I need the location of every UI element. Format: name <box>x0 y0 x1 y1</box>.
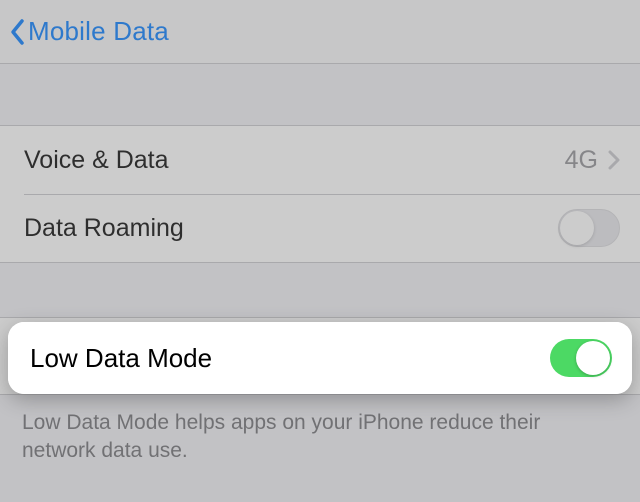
low-data-mode-toggle[interactable] <box>550 339 612 377</box>
voice-and-data-row[interactable]: Voice & Data 4G <box>0 126 640 194</box>
data-roaming-row: Data Roaming <box>0 194 640 262</box>
settings-group-1: Voice & Data 4G Data Roaming <box>0 126 640 263</box>
section-spacer <box>0 64 640 126</box>
toggle-knob <box>576 341 610 375</box>
toggle-knob <box>560 211 594 245</box>
voice-and-data-label: Voice & Data <box>24 146 565 175</box>
chevron-left-icon <box>8 17 26 47</box>
back-button[interactable]: Mobile Data <box>8 16 169 47</box>
nav-bar: Mobile Data <box>0 0 640 64</box>
data-roaming-label: Data Roaming <box>24 214 558 243</box>
low-data-mode-label: Low Data Mode <box>30 343 550 374</box>
chevron-right-icon <box>608 150 620 170</box>
section-spacer-2 <box>0 263 640 317</box>
footer-description: Low Data Mode helps apps on your iPhone … <box>0 395 640 466</box>
back-title: Mobile Data <box>28 16 169 47</box>
low-data-mode-row: Low Data Mode <box>8 322 632 394</box>
low-data-mode-highlight: Low Data Mode <box>8 322 632 394</box>
data-roaming-toggle[interactable] <box>558 209 620 247</box>
voice-and-data-value: 4G <box>565 146 598 175</box>
